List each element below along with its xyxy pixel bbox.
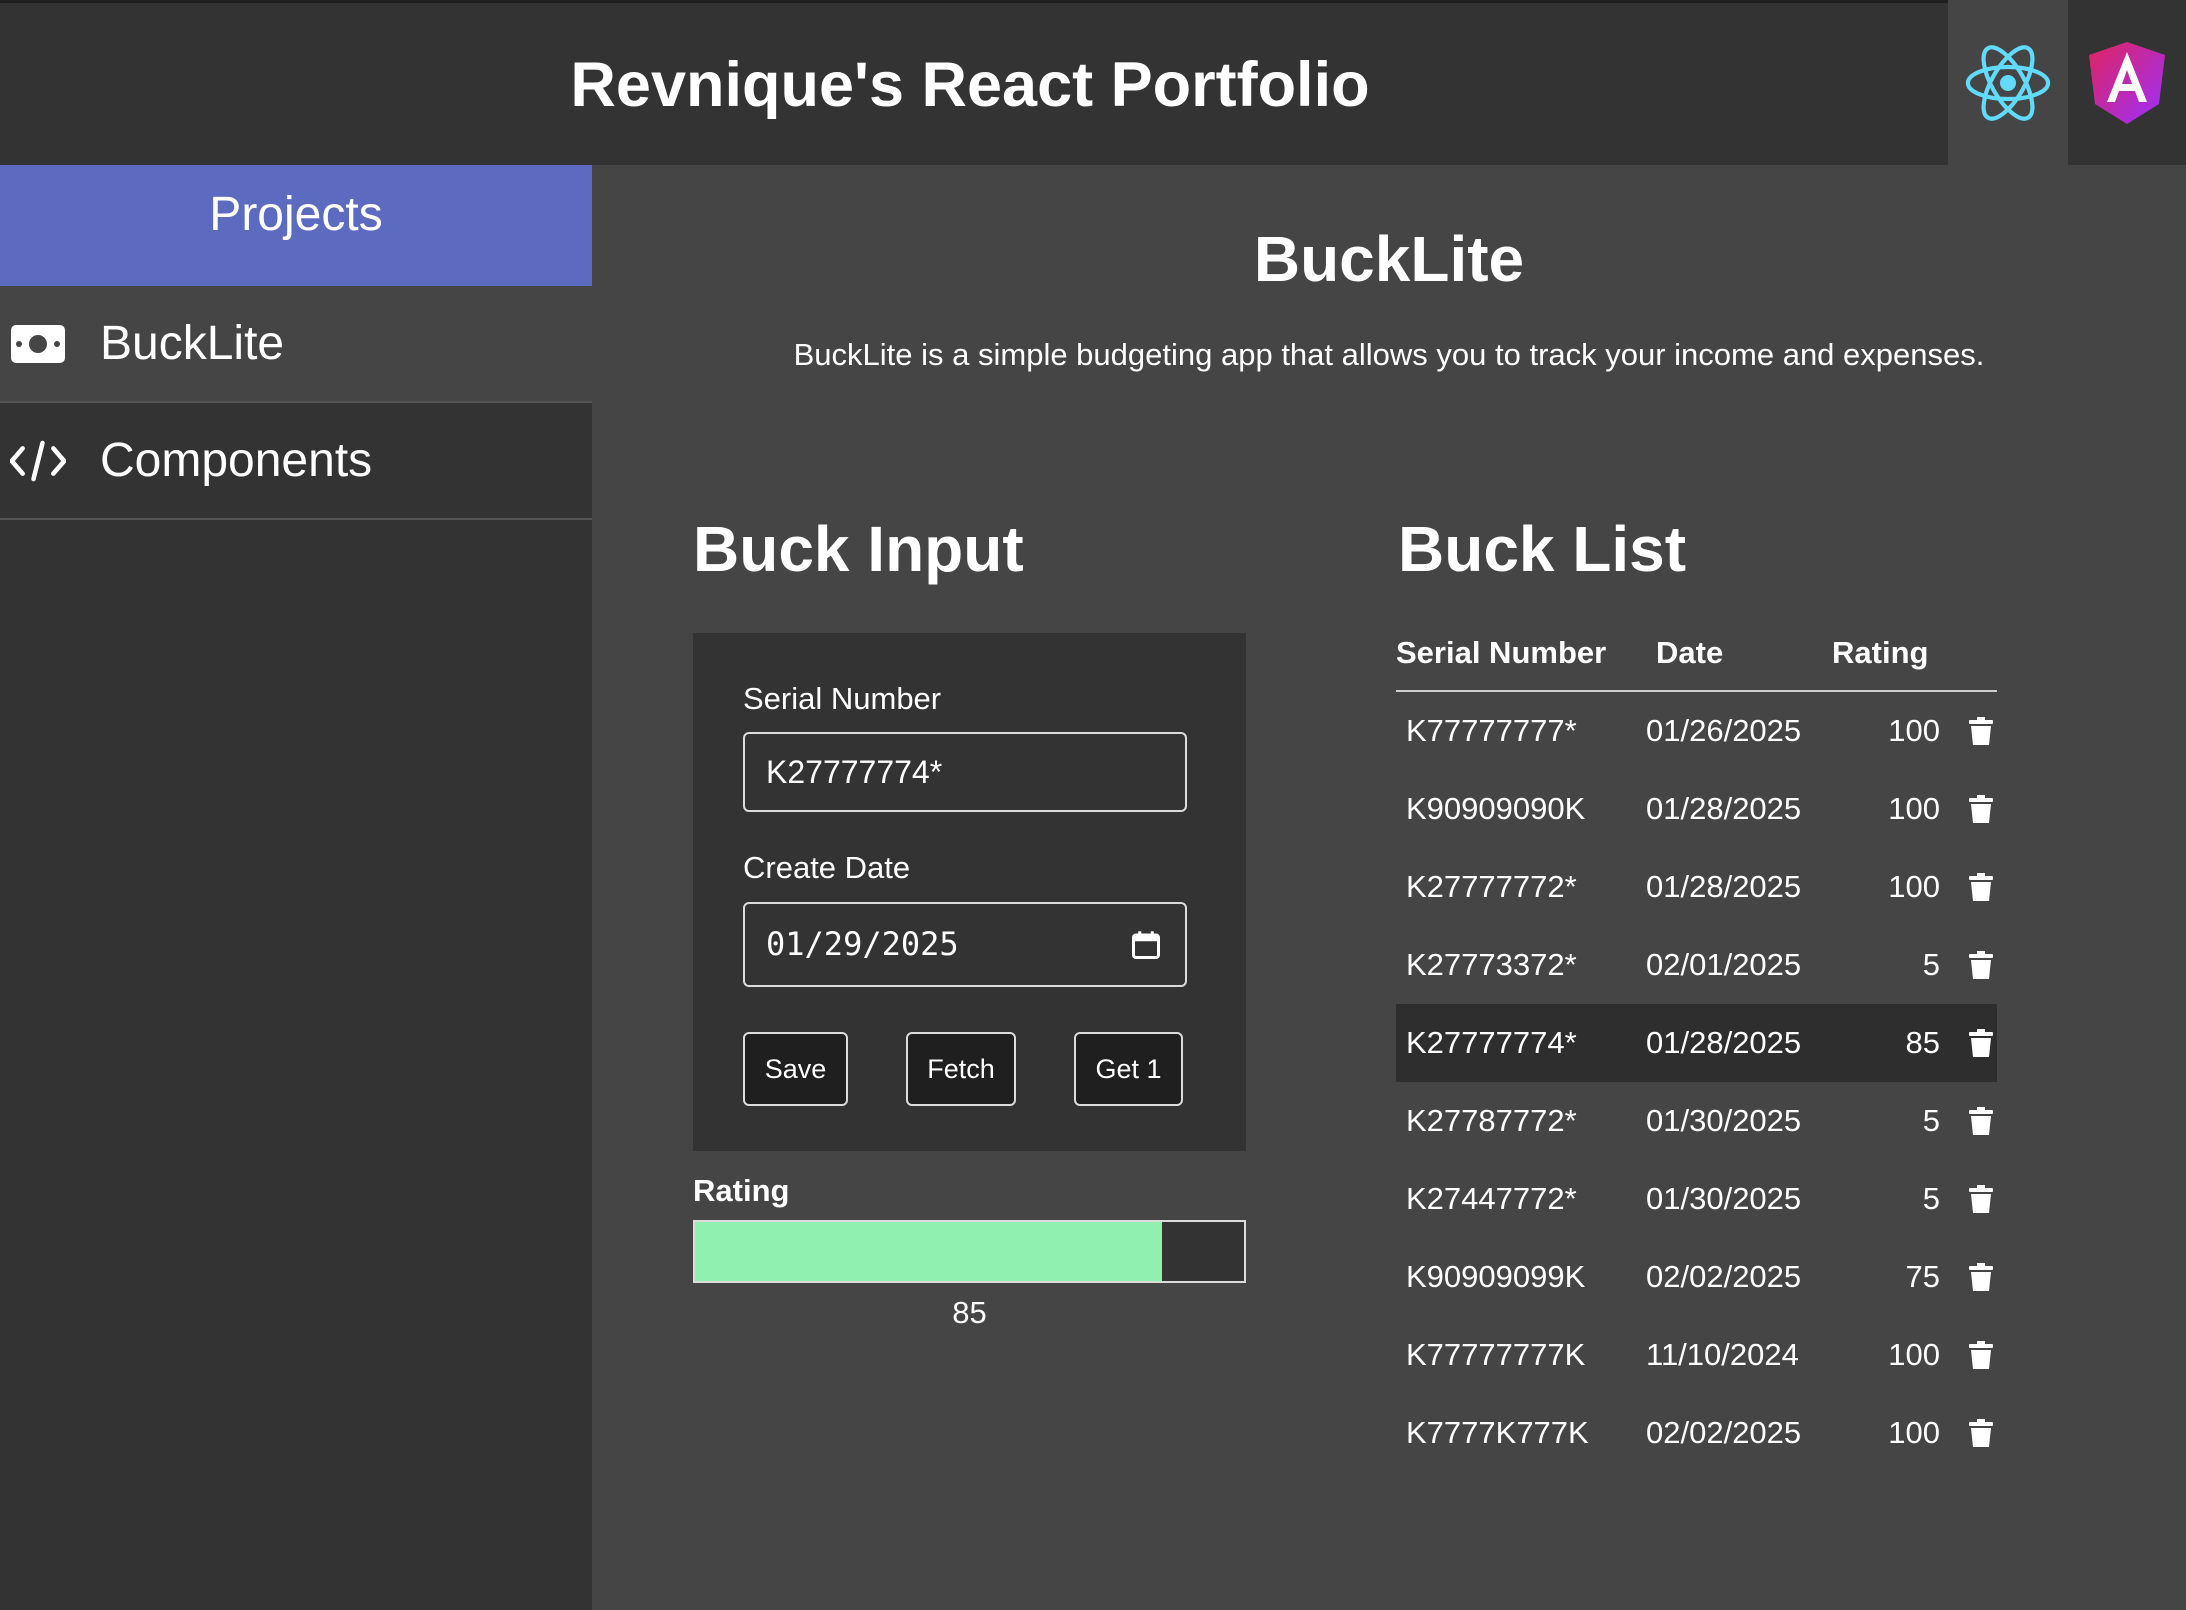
cell-serial-number: K27447772* <box>1406 1181 1577 1216</box>
create-date-value: 01/29/2025 <box>766 925 959 963</box>
save-button[interactable]: Save <box>743 1032 848 1106</box>
react-logo-button[interactable] <box>1948 0 2068 165</box>
sidebar-header-projects: Projects <box>0 165 592 286</box>
cell-date: 01/28/2025 <box>1646 791 1802 826</box>
trash-icon[interactable] <box>1969 873 1993 901</box>
trash-icon[interactable] <box>1969 1029 1993 1057</box>
sidebar: Projects BuckLite Components <box>0 165 592 1610</box>
cell-rating: 75 <box>1905 1259 1940 1294</box>
table-row[interactable]: K7777K777K 02/02/2025 100 <box>1396 1394 1997 1472</box>
table-row[interactable]: K27773372* 02/01/2025 5 <box>1396 926 1997 1004</box>
cell-date: 02/02/2025 <box>1646 1415 1802 1450</box>
sidebar-item-components[interactable]: Components <box>0 403 592 520</box>
serial-number-label: Serial Number <box>743 681 942 716</box>
trash-icon[interactable] <box>1969 717 1993 745</box>
trash-icon[interactable] <box>1969 951 1993 979</box>
cell-serial-number: K27787772* <box>1406 1103 1577 1138</box>
cell-rating: 5 <box>1922 1181 1940 1216</box>
cell-serial-number: K7777K777K <box>1406 1415 1589 1450</box>
cell-serial-number: K90909090K <box>1406 791 1586 826</box>
calendar-icon[interactable] <box>1131 930 1161 960</box>
table-row[interactable]: K77777777* 01/26/2025 100 <box>1396 692 1997 770</box>
table-body: K77777777* 01/26/2025 100 K90909090K 01/28/2… <box>1396 692 1997 1472</box>
buck-list-title: Buck List <box>1398 513 1687 585</box>
cell-serial-number: K27777772* <box>1406 869 1577 904</box>
cell-date: 11/10/2024 <box>1646 1337 1799 1372</box>
cell-date: 01/28/2025 <box>1646 1025 1802 1060</box>
cell-rating: 100 <box>1888 869 1940 904</box>
cell-serial-number: K77777777* <box>1406 713 1577 748</box>
cell-serial-number: K90909099K <box>1406 1259 1586 1294</box>
table-row[interactable]: K77777777K 11/10/2024 100 <box>1396 1316 1997 1394</box>
get-one-button[interactable]: Get 1 <box>1074 1032 1183 1106</box>
sidebar-item-label: Components <box>100 434 373 487</box>
trash-icon[interactable] <box>1969 1263 1993 1291</box>
column-header-serial[interactable]: Serial Number <box>1396 629 1606 677</box>
sidebar-item-bucklite[interactable]: BuckLite <box>0 286 592 403</box>
buck-input-form: Serial Number K27777774* Create Date 01/… <box>693 633 1246 1151</box>
trash-icon[interactable] <box>1969 1419 1993 1447</box>
cell-rating: 100 <box>1888 791 1940 826</box>
serial-number-input[interactable]: K27777774* <box>743 732 1187 812</box>
cell-date: 01/30/2025 <box>1646 1181 1802 1216</box>
react-logo-icon <box>1965 44 2051 121</box>
angular-logo-icon <box>2089 41 2165 124</box>
buck-input-title: Buck Input <box>693 513 1024 585</box>
trash-icon[interactable] <box>1969 795 1993 823</box>
cell-rating: 5 <box>1922 1103 1940 1138</box>
sidebar-item-label: BuckLite <box>100 317 285 370</box>
column-header-rating[interactable]: Rating <box>1832 629 1928 677</box>
cell-rating: 100 <box>1888 1415 1940 1450</box>
table-row[interactable]: K27777772* 01/28/2025 100 <box>1396 848 1997 926</box>
app-title: Revnique's React Portfolio <box>570 50 1370 120</box>
project-description: BuckLite is a simple budgeting app that … <box>793 337 1985 372</box>
buck-list-table: Serial Number Date Rating K77777777* 01/2… <box>1396 629 1997 1472</box>
cell-serial-number: K77777777K <box>1406 1337 1586 1372</box>
cell-serial-number: K27777774* <box>1406 1025 1577 1060</box>
table-row[interactable]: K27777774* 01/28/2025 85 <box>1396 1004 1997 1082</box>
cell-rating: 100 <box>1888 1337 1940 1372</box>
cell-date: 02/01/2025 <box>1646 947 1802 982</box>
column-header-date[interactable]: Date <box>1656 629 1723 677</box>
cell-date: 01/30/2025 <box>1646 1103 1802 1138</box>
rating-value: 85 <box>952 1295 987 1330</box>
trash-icon[interactable] <box>1969 1185 1993 1213</box>
project-title: BuckLite <box>1253 223 1525 295</box>
trash-icon[interactable] <box>1969 1107 1993 1135</box>
money-bill-icon <box>10 316 66 372</box>
cell-date: 02/02/2025 <box>1646 1259 1802 1294</box>
create-date-input[interactable]: 01/29/2025 <box>743 902 1187 987</box>
code-icon <box>10 433 66 489</box>
main-content: BuckLite BuckLite is a simple budgeting … <box>592 165 2186 1610</box>
trash-icon[interactable] <box>1969 1341 1993 1369</box>
rating-label: Rating <box>693 1173 790 1208</box>
cell-rating: 100 <box>1888 713 1940 748</box>
rating-slider[interactable] <box>693 1220 1246 1283</box>
cell-rating: 85 <box>1905 1025 1940 1060</box>
table-row[interactable]: K27447772* 01/30/2025 5 <box>1396 1160 1997 1238</box>
cell-serial-number: K27773372* <box>1406 947 1577 982</box>
fetch-button[interactable]: Fetch <box>906 1032 1016 1106</box>
table-row[interactable]: K90909090K 01/28/2025 100 <box>1396 770 1997 848</box>
table-header: Serial Number Date Rating <box>1396 629 1997 692</box>
create-date-label: Create Date <box>743 850 911 885</box>
rating-fill <box>695 1222 1162 1281</box>
table-row[interactable]: K27787772* 01/30/2025 5 <box>1396 1082 1997 1160</box>
cell-date: 01/26/2025 <box>1646 713 1802 748</box>
cell-date: 01/28/2025 <box>1646 869 1802 904</box>
angular-logo-button[interactable] <box>2068 0 2186 165</box>
cell-rating: 5 <box>1922 947 1940 982</box>
table-row[interactable]: K90909099K 02/02/2025 75 <box>1396 1238 1997 1316</box>
app-header: Revnique's React Portfolio <box>0 0 1948 165</box>
